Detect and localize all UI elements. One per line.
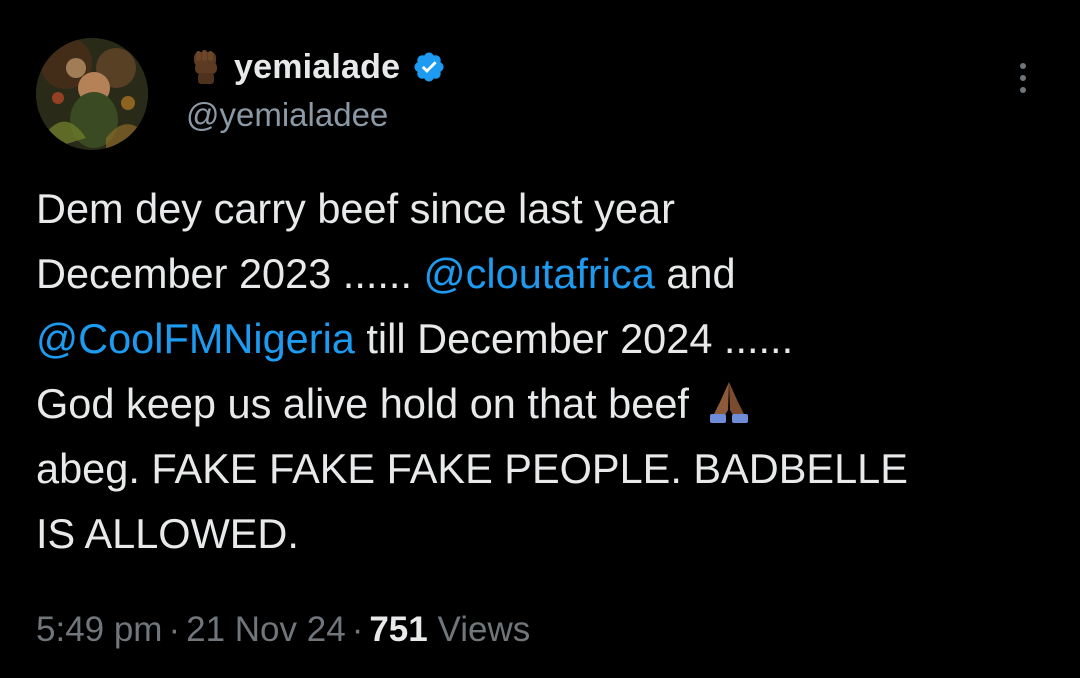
tweet-line: Dem dey carry beef since last year bbox=[36, 176, 1056, 241]
mention-link[interactable]: @CoolFMNigeria bbox=[36, 315, 355, 362]
author-handle[interactable]: @yemialadee bbox=[186, 96, 388, 134]
tweet-text-segment: December 2023 ...... bbox=[36, 250, 424, 297]
meta-separator: · bbox=[168, 610, 181, 649]
tweet-line: December 2023 ...... @cloutafrica and bbox=[36, 241, 1056, 306]
tweet-meta: 5:49 pm · 21 Nov 24 · 751 Views bbox=[36, 610, 530, 650]
raised-fist-icon bbox=[186, 48, 224, 86]
tweet-text-segment: Dem dey carry beef since last year bbox=[36, 185, 675, 232]
tweet-text-segment: abeg. FAKE FAKE FAKE PEOPLE. BADBELLE bbox=[36, 445, 908, 492]
views-label: Views bbox=[437, 610, 531, 649]
verified-badge-icon bbox=[412, 50, 446, 84]
tweet-text-segment: IS ALLOWED. bbox=[36, 510, 299, 557]
folded-hands-icon bbox=[704, 377, 754, 423]
meta-separator: · bbox=[351, 610, 364, 649]
author-name-row[interactable]: yemialade bbox=[186, 44, 446, 90]
views-count[interactable]: 751 bbox=[369, 610, 427, 649]
display-name[interactable]: yemialade bbox=[234, 48, 400, 87]
mention-link[interactable]: @cloutafrica bbox=[424, 250, 655, 297]
tweet-text-segment: God keep us alive hold on that beef bbox=[36, 380, 689, 427]
tweet-line: @CoolFMNigeria till December 2024 ...... bbox=[36, 306, 1056, 371]
tweet-card: yemialade @yemialadee Dem dey carry beef… bbox=[0, 0, 1080, 678]
avatar[interactable] bbox=[36, 38, 148, 150]
tweet-line: God keep us alive hold on that beef bbox=[36, 371, 1056, 436]
tweet-line: IS ALLOWED. bbox=[36, 501, 1056, 566]
tweet-text: Dem dey carry beef since last year Decem… bbox=[36, 176, 1056, 566]
tweet-line: abeg. FAKE FAKE FAKE PEOPLE. BADBELLE bbox=[36, 436, 1056, 501]
tweet-text-segment: till December 2024 ...... bbox=[354, 315, 794, 362]
more-options-icon[interactable] bbox=[1010, 58, 1036, 98]
tweet-time[interactable]: 5:49 pm bbox=[36, 610, 162, 649]
tweet-text-segment: and bbox=[654, 250, 736, 297]
tweet-date[interactable]: 21 Nov 24 bbox=[186, 610, 346, 649]
